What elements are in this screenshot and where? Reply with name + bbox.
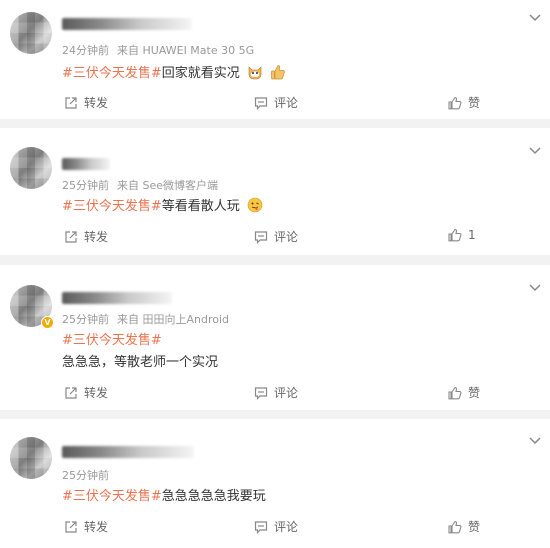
like-icon bbox=[448, 386, 462, 400]
like-count: 1 bbox=[468, 228, 476, 242]
chevron-down-icon[interactable] bbox=[528, 10, 542, 24]
repost-label: 转发 bbox=[84, 520, 109, 534]
like-icon bbox=[448, 520, 462, 534]
comment-label: 评论 bbox=[274, 230, 299, 244]
comment-meta: 24分钟前 来自 HUAWEI Mate 30 5G bbox=[62, 42, 254, 58]
comment-card: 25分钟前 来自 See微博客户端 #三伏今天发售#等看看散人玩 转发 评论 1 bbox=[0, 128, 550, 255]
comment-button[interactable]: 评论 bbox=[254, 228, 298, 245]
repost-button[interactable]: 转发 bbox=[64, 94, 108, 111]
comment-label: 评论 bbox=[274, 96, 299, 110]
comment-body: 急急急急急我要玩 bbox=[161, 489, 266, 504]
comment-card: 25分钟前 #三伏今天发售#急急急急急我要玩 转发 评论 赞 bbox=[0, 419, 550, 548]
comment-feed: 24分钟前 来自 HUAWEI Mate 30 5G #三伏今天发售#回家就看实况… bbox=[0, 0, 550, 548]
chevron-down-icon[interactable] bbox=[528, 433, 542, 447]
comment-button[interactable]: 评论 bbox=[254, 518, 298, 535]
verified-badge-icon: V bbox=[41, 316, 54, 329]
username-blurred[interactable] bbox=[62, 158, 110, 170]
timestamp: 24分钟前 bbox=[62, 44, 109, 57]
repost-icon bbox=[65, 97, 77, 109]
repost-icon bbox=[65, 521, 77, 533]
comment-body: 等看看散人玩 bbox=[161, 199, 240, 214]
hashtag-link[interactable]: #三伏今天发售# bbox=[62, 333, 162, 348]
hashtag-link[interactable]: #三伏今天发售# bbox=[62, 66, 162, 81]
hashtag-link[interactable]: #三伏今天发售# bbox=[62, 489, 162, 504]
source-text: 来自 HUAWEI Mate 30 5G bbox=[117, 44, 255, 57]
repost-icon bbox=[65, 231, 77, 243]
hashtag-link[interactable]: #三伏今天发售# bbox=[62, 199, 162, 214]
avatar[interactable] bbox=[10, 437, 52, 479]
comment-card: 24分钟前 来自 HUAWEI Mate 30 5G #三伏今天发售#回家就看实况… bbox=[0, 0, 550, 119]
source-text: 来自 田田向上Android bbox=[117, 313, 230, 326]
comment-label: 评论 bbox=[274, 520, 299, 534]
repost-label: 转发 bbox=[84, 230, 109, 244]
comment-icon bbox=[254, 231, 268, 244]
comment-text: #三伏今天发售#等看看散人玩 bbox=[62, 195, 263, 214]
like-button[interactable]: 赞 bbox=[448, 94, 480, 111]
comment-button[interactable]: 评论 bbox=[254, 94, 298, 111]
repost-button[interactable]: 转发 bbox=[64, 384, 108, 401]
like-label: 赞 bbox=[468, 96, 481, 110]
like-button[interactable]: 1 bbox=[448, 228, 476, 242]
repost-icon bbox=[65, 387, 77, 399]
avatar[interactable] bbox=[10, 12, 52, 54]
comment-text: 急急急，等散老师一个实况 bbox=[62, 351, 218, 370]
repost-button[interactable]: 转发 bbox=[64, 228, 108, 245]
like-icon bbox=[448, 96, 462, 110]
like-icon bbox=[448, 228, 462, 242]
timestamp: 25分钟前 bbox=[62, 469, 109, 482]
timestamp: 25分钟前 bbox=[62, 179, 109, 192]
comment-button[interactable]: 评论 bbox=[254, 384, 298, 401]
comment-meta: 25分钟前 来自 田田向上Android bbox=[62, 311, 229, 327]
hashtag-line: #三伏今天发售# bbox=[62, 329, 162, 348]
comment-body: 急急急，等散老师一个实况 bbox=[62, 355, 219, 370]
chevron-down-icon[interactable] bbox=[528, 280, 542, 294]
avatar[interactable] bbox=[10, 147, 52, 189]
like-button[interactable]: 赞 bbox=[448, 384, 480, 401]
like-label: 赞 bbox=[468, 520, 481, 534]
timestamp: 25分钟前 bbox=[62, 313, 109, 326]
comment-text: #三伏今天发售#回家就看实况 bbox=[62, 62, 286, 81]
tongue-face-icon bbox=[247, 197, 263, 213]
comment-icon bbox=[254, 97, 268, 110]
comment-icon bbox=[254, 521, 268, 534]
like-button[interactable]: 赞 bbox=[448, 518, 480, 535]
username-blurred[interactable] bbox=[62, 446, 194, 458]
comment-text: #三伏今天发售#急急急急急我要玩 bbox=[62, 485, 266, 504]
comment-label: 评论 bbox=[274, 386, 299, 400]
comment-card: V 25分钟前 来自 田田向上Android #三伏今天发售# 急急急，等散老师一… bbox=[0, 265, 550, 410]
username-blurred[interactable] bbox=[62, 292, 172, 304]
like-label: 赞 bbox=[468, 386, 481, 400]
repost-label: 转发 bbox=[84, 386, 109, 400]
comment-meta: 25分钟前 来自 See微博客户端 bbox=[62, 177, 218, 193]
thumbs-up-icon bbox=[271, 65, 285, 80]
repost-button[interactable]: 转发 bbox=[64, 518, 108, 535]
source-text: 来自 See微博客户端 bbox=[117, 179, 219, 192]
comment-body: 回家就看实况 bbox=[161, 66, 240, 81]
cat-face-icon bbox=[248, 66, 262, 80]
comment-icon bbox=[254, 387, 268, 400]
comment-meta: 25分钟前 bbox=[62, 467, 109, 483]
chevron-down-icon[interactable] bbox=[528, 143, 542, 157]
username-blurred[interactable] bbox=[62, 18, 192, 30]
repost-label: 转发 bbox=[84, 96, 109, 110]
